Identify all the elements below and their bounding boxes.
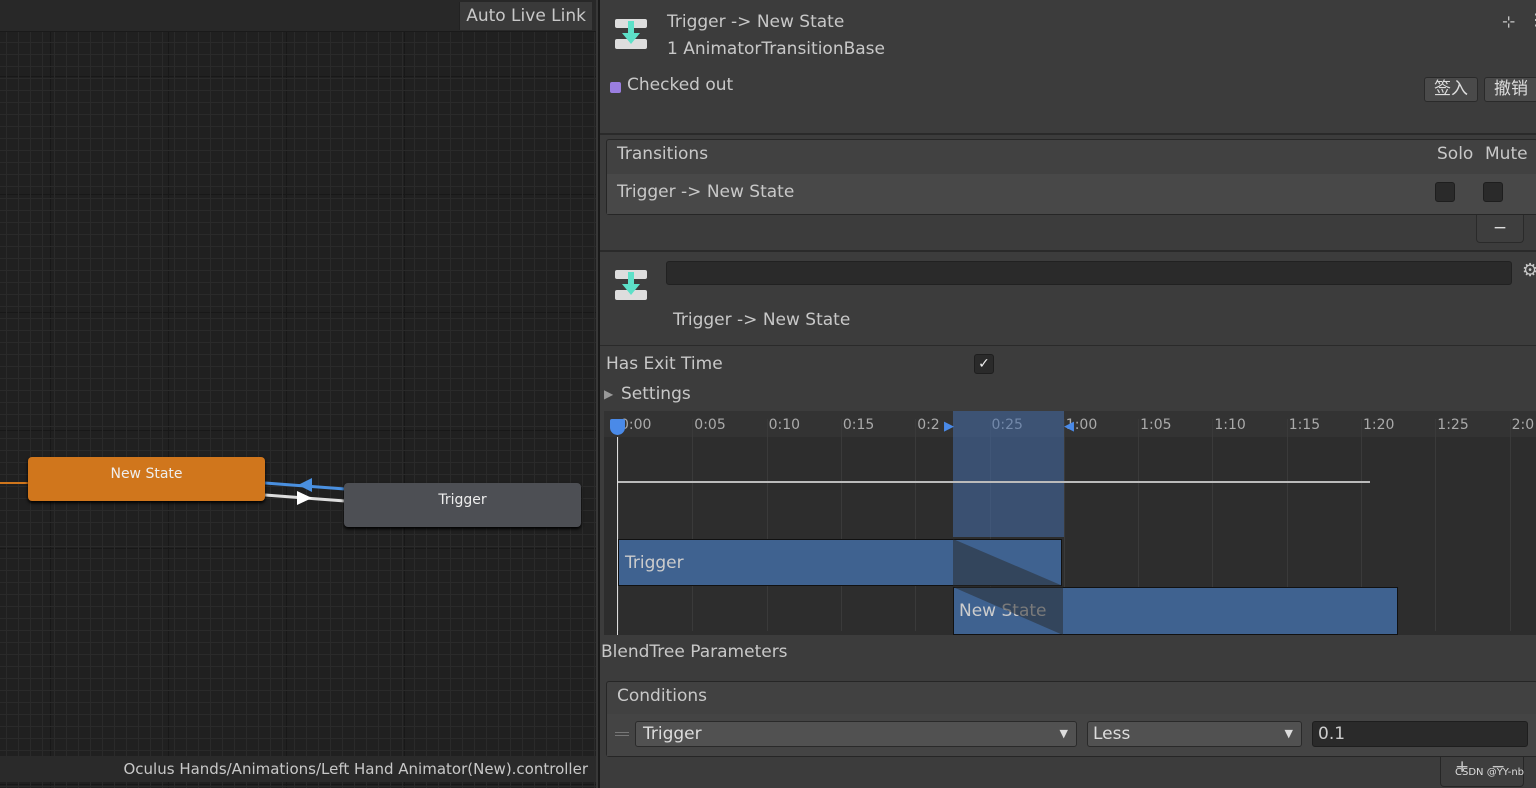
playhead-marker[interactable]	[610, 419, 625, 435]
chevron-down-icon: ▼	[1059, 727, 1068, 740]
parameter-curve	[618, 481, 1370, 483]
timeline-tick-label: 0:05	[694, 417, 726, 433]
timeline-tick-label: 1:20	[1363, 417, 1395, 433]
conditions-list: Conditions Trigger ▼ Less ▼	[606, 681, 1536, 757]
transitions-header: Transitions	[617, 144, 709, 164]
transition-icon	[615, 19, 647, 49]
timeline-tick-label: 0:15	[842, 417, 875, 433]
drag-handle-icon[interactable]	[615, 732, 629, 736]
node-trigger[interactable]: Trigger	[344, 483, 581, 527]
transition-timeline[interactable]: 0:000:050:100:150:20:251:001:051:101:151…	[604, 411, 1536, 635]
transition-title: Trigger -> New State	[673, 310, 851, 330]
gear-icon[interactable]: ⚙	[1522, 260, 1536, 281]
playhead-line	[617, 437, 618, 635]
solo-header: Solo	[1437, 144, 1474, 164]
chevron-down-icon: ▼	[1284, 727, 1293, 740]
transition-row[interactable]: Trigger -> New State	[607, 174, 1536, 214]
timeline-tick-label: 0:2	[917, 417, 940, 433]
timeline-gridline	[915, 419, 917, 631]
transition-end-marker[interactable]: ◀	[1064, 419, 1074, 434]
solo-checkbox[interactable]	[1435, 182, 1455, 202]
blend-wedge	[953, 539, 1063, 635]
condition-row[interactable]: Trigger ▼ Less ▼	[607, 714, 1536, 756]
exit-time-marker[interactable]: ▶	[944, 419, 954, 434]
watermark: CSDN @YY-nb	[1455, 767, 1525, 778]
has-exit-time-label: Has Exit Time	[606, 354, 723, 374]
preset-icon[interactable]: ⊹	[1502, 12, 1515, 31]
timeline-tick-label: 0:10	[768, 417, 801, 433]
settings-foldout[interactable]: Settings	[621, 384, 691, 404]
condition-mode-dropdown[interactable]: Less ▼	[1087, 721, 1302, 747]
vcs-status: Checked out	[627, 75, 734, 95]
timeline-tick-label: 1:15	[1288, 417, 1321, 433]
has-exit-time-checkbox[interactable]: ✓	[974, 354, 994, 374]
checkin-button[interactable]: 签入	[1424, 77, 1478, 102]
mute-checkbox[interactable]	[1483, 182, 1503, 202]
timeline-tick-label: 1:10	[1214, 417, 1246, 433]
transition-arrows[interactable]	[0, 0, 596, 788]
animator-graph[interactable]: Auto Live Link New State Trigger Oculus …	[0, 0, 596, 788]
node-label: New State	[110, 466, 183, 482]
transition-duration-region[interactable]	[953, 411, 1064, 537]
inspector-subtitle: 1 AnimatorTransitionBase	[667, 39, 885, 59]
controller-path: Oculus Hands/Animations/Left Hand Animat…	[0, 756, 596, 782]
timeline-tick-label: 1:25	[1437, 417, 1469, 433]
condition-threshold-input[interactable]	[1312, 721, 1528, 747]
more-menu-icon[interactable]: ⋮	[1528, 10, 1536, 29]
transitions-list: Transitions Solo Mute Trigger -> New Sta…	[606, 139, 1536, 215]
conditions-footer: + − CSDN @YY-nb	[1440, 757, 1524, 787]
transition-row-label: Trigger -> New State	[617, 182, 795, 202]
timeline-gridline	[618, 419, 619, 631]
conditions-header: Conditions	[617, 686, 707, 706]
timeline-gridline	[766, 419, 768, 631]
timeline-gridline	[692, 419, 694, 631]
source-state-label: Trigger	[625, 553, 684, 573]
node-label: Trigger	[438, 492, 487, 508]
revert-button[interactable]: 撤销	[1484, 77, 1536, 102]
checked-out-icon	[610, 82, 621, 93]
node-new-state[interactable]: New State	[28, 457, 265, 501]
mode-value: Less	[1093, 724, 1131, 744]
timeline-gridline	[1435, 419, 1437, 631]
transition-name-input[interactable]	[666, 261, 1512, 285]
remove-transition-button[interactable]: −	[1476, 215, 1524, 243]
timeline-gridline	[1509, 419, 1511, 631]
timeline-tick-label: 2:0	[1511, 417, 1535, 433]
inspector-panel: Trigger -> New State 1 AnimatorTransitio…	[598, 0, 1536, 788]
blendtree-parameters-label: BlendTree Parameters	[601, 642, 788, 662]
settings-expand-icon[interactable]: ▶	[604, 387, 613, 401]
condition-parameter-dropdown[interactable]: Trigger ▼	[635, 721, 1077, 747]
inspector-title: Trigger -> New State	[667, 12, 845, 32]
arrow-icon	[298, 478, 312, 492]
timeline-gridline	[840, 419, 842, 631]
mute-header: Mute	[1485, 144, 1528, 164]
arrow-icon	[297, 491, 312, 505]
transition-icon	[615, 270, 647, 300]
parameter-value: Trigger	[643, 724, 702, 744]
timeline-tick-label: 1:05	[1140, 417, 1172, 433]
